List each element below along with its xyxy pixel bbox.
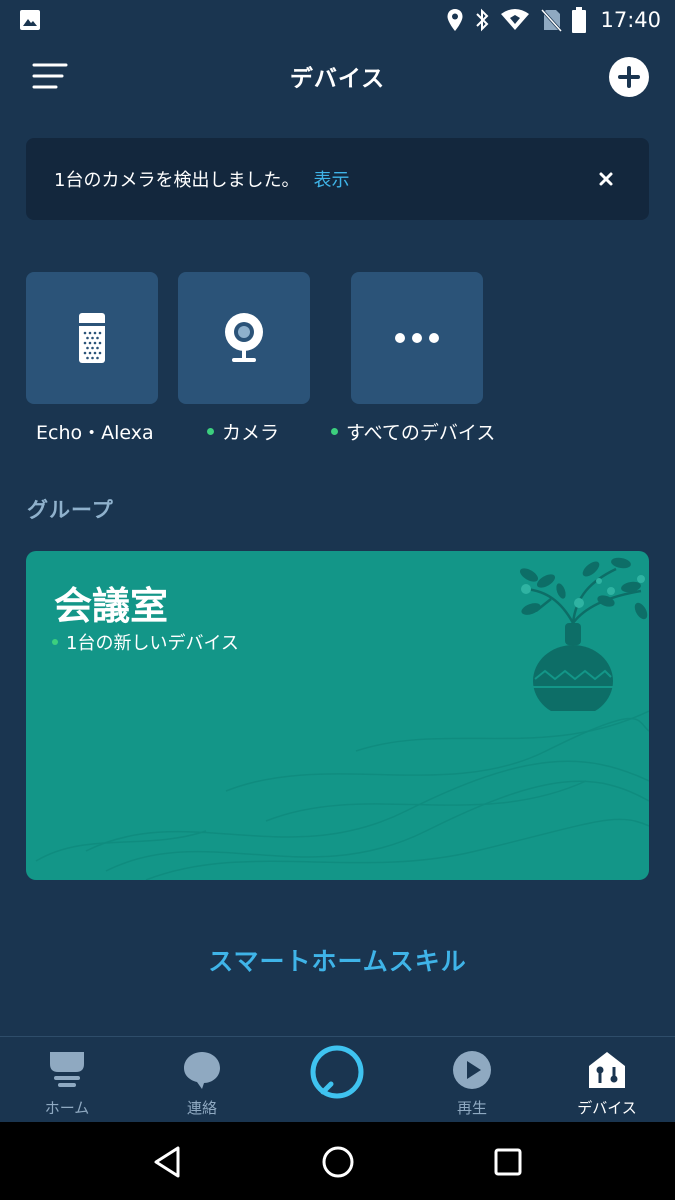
nav-devices[interactable]: デバイス <box>552 1037 662 1123</box>
nav-alexa[interactable] <box>282 1037 392 1123</box>
tile-camera[interactable] <box>178 272 310 404</box>
battery-icon <box>572 7 587 33</box>
location-icon <box>447 9 463 31</box>
menu-button[interactable] <box>32 62 68 92</box>
nav-label: ホーム <box>44 1099 90 1117</box>
group-card-meeting-room[interactable]: 会議室 1台の新しいデバイス <box>26 551 649 880</box>
app-bar: デバイス <box>0 40 675 112</box>
new-device-dot <box>207 428 214 435</box>
clock: 17:40 <box>600 8 661 32</box>
groups-section-title: グループ <box>27 498 114 522</box>
tile-label-text: カメラ <box>222 422 280 444</box>
tile-label-camera: カメラ <box>207 418 279 445</box>
banner-show-link[interactable]: 表示 <box>313 166 349 192</box>
home-system-button[interactable] <box>318 1142 358 1182</box>
back-triangle-icon <box>154 1146 180 1178</box>
home-circle-icon <box>322 1146 354 1178</box>
plus-icon <box>618 66 640 88</box>
tile-label-all-devices: すべてのデバイス <box>331 418 495 445</box>
system-navigation-bar <box>0 1122 675 1200</box>
nav-communicate[interactable]: 連絡 <box>147 1037 257 1123</box>
more-icon <box>395 333 439 343</box>
no-sim-icon <box>541 8 563 32</box>
group-subtitle: 1台の新しいデバイス <box>52 629 239 655</box>
recents-button[interactable] <box>488 1142 528 1182</box>
new-device-dot <box>52 639 58 645</box>
alexa-icon <box>310 1045 364 1099</box>
bluetooth-icon <box>476 8 489 32</box>
nav-label: 連絡 <box>186 1099 217 1117</box>
play-icon <box>453 1051 491 1089</box>
menu-icon <box>32 63 68 89</box>
banner-message: 1台のカメラを検出しました。 <box>54 170 300 191</box>
status-icons: 17:40 <box>446 7 661 33</box>
group-name: 会議室 <box>54 584 169 628</box>
tile-label-text: すべてのデバイス <box>346 422 496 444</box>
wifi-icon <box>501 9 530 30</box>
new-device-dot <box>331 428 338 435</box>
page-title: デバイス <box>289 66 386 92</box>
bottom-navigation: ホーム 連絡 再生 デバイス <box>0 1036 675 1122</box>
plant-vase-illustration <box>519 557 648 711</box>
group-subtitle-text: 1台の新しいデバイス <box>66 633 239 654</box>
nav-home[interactable]: ホーム <box>12 1037 122 1123</box>
devices-icon <box>589 1052 625 1088</box>
nav-play[interactable]: 再生 <box>417 1037 527 1123</box>
banner-close-button[interactable] <box>595 168 617 190</box>
home-icon <box>50 1052 84 1087</box>
tile-echo-alexa[interactable] <box>26 272 158 404</box>
camera-icon <box>225 313 263 362</box>
chat-icon <box>184 1052 220 1089</box>
image-notification-icon <box>20 10 40 30</box>
tile-label-echo-alexa: Echo・Alexa <box>36 418 154 445</box>
status-bar: 17:40 <box>0 0 675 40</box>
close-icon <box>599 172 613 186</box>
nav-label: デバイス <box>577 1099 637 1117</box>
back-button[interactable] <box>148 1142 188 1182</box>
tile-label-text: Echo・Alexa <box>36 422 154 444</box>
smart-home-skills-link[interactable]: スマートホームスキル <box>0 942 675 978</box>
camera-detected-banner: 1台のカメラを検出しました。 表示 <box>26 138 649 220</box>
recents-square-icon <box>494 1148 522 1176</box>
nav-label: 再生 <box>456 1099 487 1117</box>
speaker-icon <box>79 313 105 363</box>
add-device-button[interactable] <box>609 57 649 97</box>
tile-all-devices[interactable] <box>351 272 483 404</box>
